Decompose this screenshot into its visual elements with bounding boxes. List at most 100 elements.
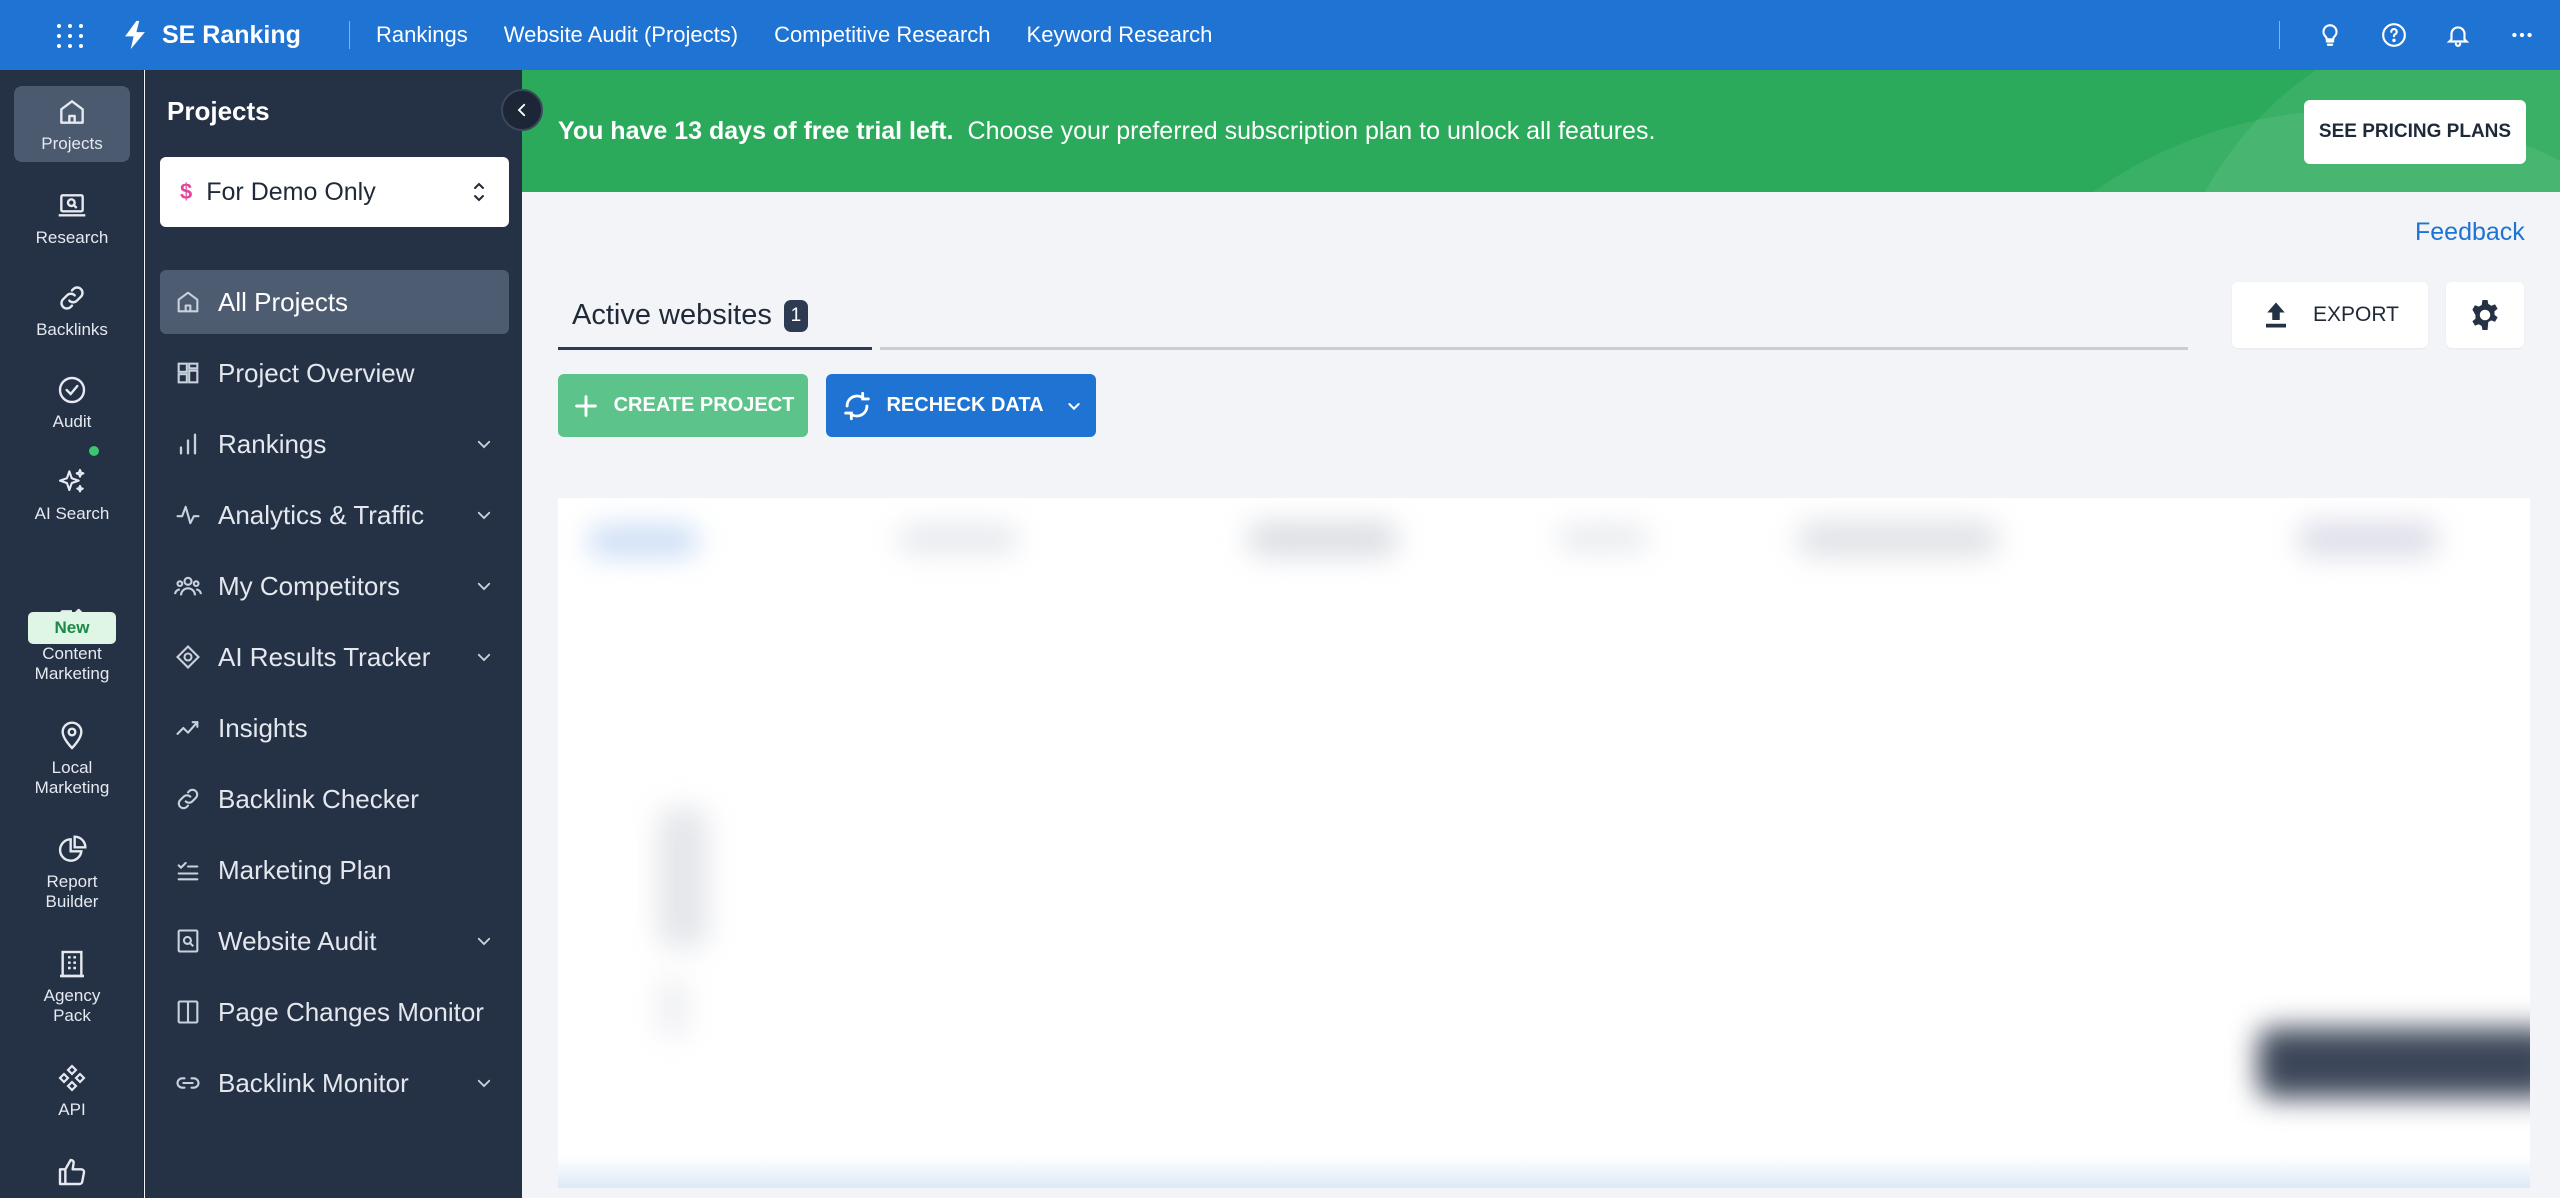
- sidebar-item-label: Website Audit: [218, 925, 377, 956]
- rail-label: Research: [35, 228, 109, 247]
- top-nav-rankings[interactable]: Rankings: [376, 22, 468, 48]
- plus-icon: [574, 394, 597, 417]
- sidebar-item-rankings[interactable]: Rankings: [160, 412, 509, 476]
- rail-label: AI Search: [34, 504, 110, 523]
- lightning-logo-icon: [125, 20, 145, 50]
- sidebar-item-all-projects[interactable]: All Projects: [160, 270, 509, 334]
- sidebar-item-label: Page Changes Monitor: [218, 996, 484, 1027]
- trend-icon: [176, 721, 199, 735]
- website-tabs: Active websites 1: [558, 284, 2188, 350]
- create-project-button[interactable]: CREATE PROJECT: [558, 374, 808, 437]
- rail-item-backlinks[interactable]: Backlinks: [14, 282, 130, 340]
- pulse-icon: [176, 505, 200, 525]
- rail-label: API: [58, 1100, 86, 1119]
- trial-days-left: You have 13 days of free trial left.: [558, 116, 954, 145]
- help-icon[interactable]: [2376, 17, 2412, 53]
- sidebar-item-insights[interactable]: Insights: [160, 696, 509, 760]
- sidebar-menu: All Projects Project Overview Rankings A…: [160, 270, 509, 1122]
- feedback-link[interactable]: Feedback: [2415, 218, 2525, 247]
- rail-item-api[interactable]: API: [14, 1062, 130, 1120]
- sidebar-item-label: Project Overview: [218, 357, 415, 388]
- chevron-down-icon: [477, 440, 491, 449]
- home-icon: [60, 100, 84, 124]
- blurred-placeholder: [588, 526, 698, 556]
- project-name: For Demo Only: [206, 177, 376, 206]
- upload-icon: [2266, 302, 2287, 328]
- sidebar-item-website-audit[interactable]: Website Audit: [160, 909, 509, 973]
- rail-item-local-marketing[interactable]: Local Marketing: [14, 720, 130, 797]
- icon-rail: Projects Research Backlinks Audit AI Sea…: [0, 70, 144, 1198]
- sidebar-item-ai-results-tracker[interactable]: AI Results Tracker: [160, 625, 509, 689]
- sidebar-item-label: Backlink Checker: [218, 783, 419, 814]
- home-icon: [177, 291, 199, 313]
- blurred-projects-table: [558, 498, 2530, 1188]
- settings-button[interactable]: [2446, 282, 2524, 348]
- collapse-sidebar-button[interactable]: [501, 89, 543, 131]
- sidebar-item-backlink-monitor[interactable]: Backlink Monitor: [160, 1051, 509, 1115]
- topbar-divider-right: [2279, 21, 2280, 49]
- create-project-label: CREATE PROJECT: [613, 394, 795, 416]
- brand-name: SE Ranking: [162, 20, 301, 49]
- apps-grid-icon[interactable]: [56, 22, 84, 50]
- rail-item-thumbs-up[interactable]: [14, 1156, 130, 1194]
- new-badge: New: [28, 612, 116, 644]
- rail-item-projects[interactable]: Projects: [14, 86, 130, 162]
- more-icon[interactable]: [2504, 17, 2540, 53]
- top-nav-competitive-research[interactable]: Competitive Research: [774, 22, 990, 48]
- map-pin-icon: [61, 721, 83, 750]
- recheck-data-button[interactable]: RECHECK DATA: [826, 374, 1096, 437]
- brand-logo[interactable]: SE Ranking: [118, 16, 301, 54]
- bar-chart-icon: [179, 433, 197, 455]
- chevron-down-icon: [477, 653, 491, 662]
- export-label: EXPORT: [2313, 303, 2399, 326]
- rail-item-agency-pack[interactable]: Agency Pack: [14, 948, 130, 1025]
- export-button[interactable]: EXPORT: [2232, 282, 2428, 348]
- sidebar-item-marketing-plan[interactable]: Marketing Plan: [160, 838, 509, 902]
- dashboard-icon: [177, 362, 199, 384]
- banner-message: You have 13 days of free trial left. Cho…: [558, 70, 1655, 192]
- rail-item-audit[interactable]: Audit: [14, 374, 130, 432]
- project-selector[interactable]: $ For Demo Only: [160, 157, 509, 227]
- sidebar-item-backlink-checker[interactable]: Backlink Checker: [160, 767, 509, 831]
- chevron-down-icon: [477, 1079, 491, 1088]
- sidebar-item-label: Backlink Monitor: [218, 1067, 409, 1098]
- check-circle-icon: [58, 376, 86, 404]
- ai-tracker-icon: [176, 645, 200, 669]
- projects-sidebar: Projects $ For Demo Only All Projects Pr…: [145, 70, 543, 1198]
- refresh-icon: [844, 391, 871, 420]
- rail-item-ai-search[interactable]: AI Search: [14, 466, 130, 524]
- up-down-chevron-icon: [474, 182, 484, 202]
- thumbs-up-icon: [58, 1158, 86, 1186]
- bell-icon[interactable]: [2440, 17, 2476, 53]
- see-pricing-plans-button[interactable]: SEE PRICING PLANS: [2304, 100, 2526, 164]
- sidebar-item-label: Rankings: [218, 428, 327, 459]
- page-changes-icon: [177, 1000, 199, 1024]
- sidebar-item-label: My Competitors: [218, 570, 401, 601]
- blurred-placeholder: [1798, 522, 1998, 556]
- sidebar-item-my-competitors[interactable]: My Competitors: [160, 554, 509, 618]
- chevron-down-icon: [477, 511, 491, 520]
- lightbulb-icon[interactable]: [2312, 17, 2348, 53]
- users-icon: [174, 576, 202, 596]
- sidebar-item-project-overview[interactable]: Project Overview: [160, 341, 509, 405]
- sidebar-item-label: Marketing Plan: [218, 854, 392, 885]
- blurred-bottom-strip: [558, 1156, 2530, 1188]
- sidebar-item-analytics-traffic[interactable]: Analytics & Traffic: [160, 483, 509, 547]
- api-icon: [58, 1064, 86, 1092]
- link-icon: [177, 788, 199, 810]
- blurred-placeholder: [1558, 526, 1648, 550]
- chevron-down-icon: [1067, 402, 1080, 410]
- blurred-placeholder: [658, 808, 708, 948]
- topbar-divider: [349, 21, 350, 49]
- top-nav-keyword-research[interactable]: Keyword Research: [1027, 22, 1213, 48]
- tab-active-websites[interactable]: Active websites 1: [558, 284, 872, 350]
- link-icon: [60, 286, 84, 310]
- sidebar-item-page-changes-monitor[interactable]: Page Changes Monitor: [160, 980, 509, 1044]
- sidebar-title: Projects: [167, 96, 270, 126]
- chevron-left-icon: [517, 103, 526, 117]
- rail-item-report-builder[interactable]: Report Builder: [14, 834, 130, 911]
- project-currency-icon: $: [180, 179, 193, 204]
- rail-item-research[interactable]: Research: [14, 190, 130, 248]
- top-nav-website-audit[interactable]: Website Audit (Projects): [504, 22, 738, 48]
- rail-label: Agency Pack: [43, 986, 101, 1025]
